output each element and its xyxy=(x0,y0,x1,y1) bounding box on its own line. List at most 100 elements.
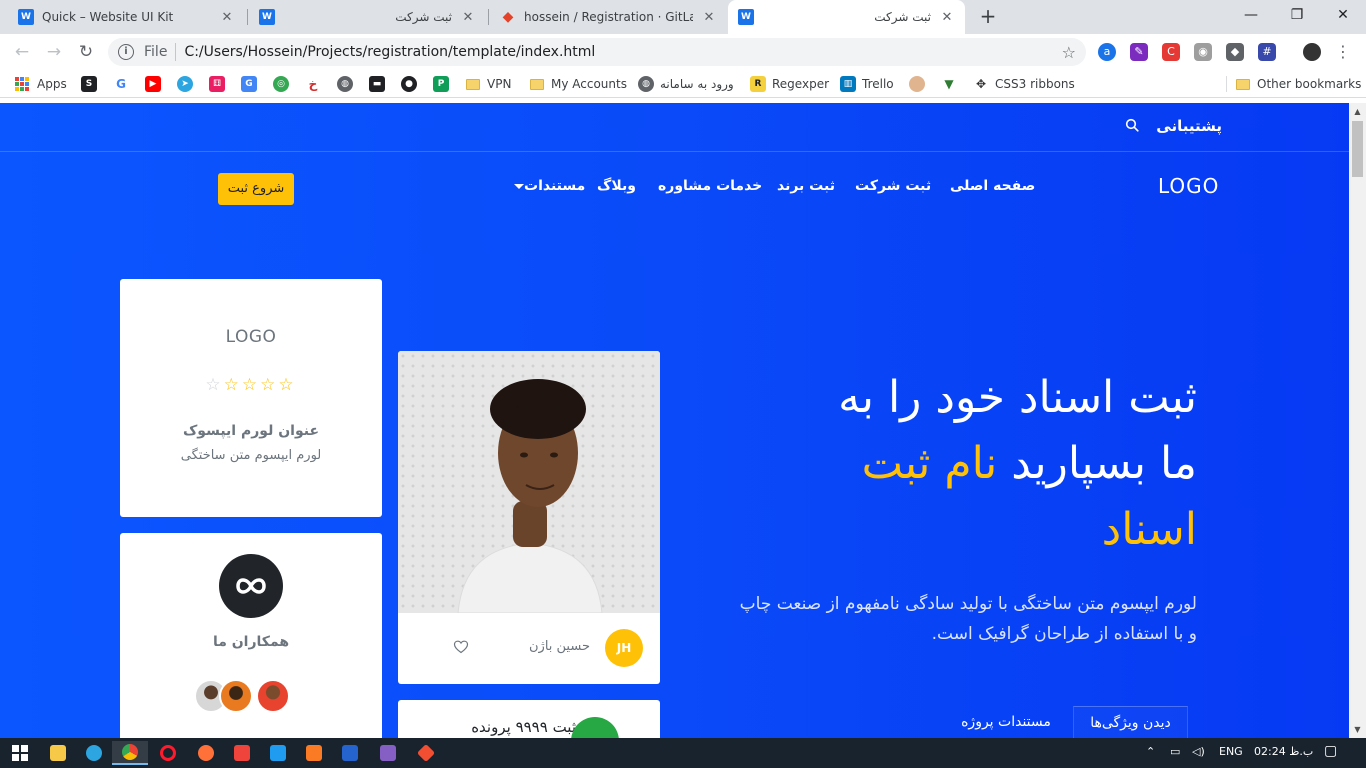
address-bar[interactable]: i File C:/Users/Hossein/Projects/registr… xyxy=(108,38,1086,66)
browser-tab-1[interactable]: W Quick – Website UI Kit ✕ xyxy=(8,0,245,34)
nav-company-registration[interactable]: ثبت شرکت xyxy=(855,178,931,194)
bookmark-v[interactable]: ▼ xyxy=(941,75,963,93)
site-topbar: پشتیبانی xyxy=(0,103,1349,152)
start-registration-button[interactable]: شروع ثبت xyxy=(218,173,294,205)
bookmark-regexper[interactable]: R Regexper xyxy=(750,75,829,93)
bookmark-translate[interactable]: G xyxy=(241,75,263,93)
telegram-icon: ➤ xyxy=(177,76,193,92)
network-icon[interactable]: ▭ xyxy=(1170,745,1180,758)
heart-icon[interactable] xyxy=(453,639,469,655)
browser-tab-4-active[interactable]: W ثبت شرکت ✕ xyxy=(728,0,965,34)
extension-c-icon[interactable]: C xyxy=(1162,43,1180,61)
chrome-taskbar-icon[interactable] xyxy=(112,741,148,765)
bookmark-vpn[interactable]: VPN xyxy=(466,75,511,93)
bookmark-p[interactable]: P xyxy=(433,75,455,93)
bookmark-github[interactable]: ● xyxy=(401,75,423,93)
hero-title-highlight: نام ثبت xyxy=(861,438,998,489)
close-icon[interactable]: ✕ xyxy=(939,10,955,25)
browser-tab-3[interactable]: ◆ hossein / Registration · GitLab ✕ xyxy=(490,0,727,34)
url-text[interactable]: C:/Users/Hossein/Projects/registration/t… xyxy=(184,44,595,60)
github-icon: ● xyxy=(401,76,417,92)
close-icon[interactable]: ✕ xyxy=(219,10,235,25)
profile-avatar[interactable] xyxy=(1303,43,1321,61)
reload-button[interactable]: ↻ xyxy=(74,40,98,64)
site-logo[interactable]: LOGO xyxy=(1158,174,1219,198)
forward-button[interactable]: → xyxy=(42,40,66,64)
extension-feather-icon[interactable]: ✎ xyxy=(1130,43,1148,61)
globe-icon: ◍ xyxy=(638,76,654,92)
tab-favicon-icon: W xyxy=(259,9,275,25)
bookmark-google[interactable]: G xyxy=(113,75,135,93)
team-avatar-2[interactable] xyxy=(219,679,253,713)
xampp-taskbar-icon[interactable] xyxy=(296,741,332,765)
volume-icon[interactable]: ◁) xyxy=(1192,745,1205,758)
browser-tab-2[interactable]: W ثبت شرکت ✕ xyxy=(249,0,486,34)
back-button[interactable]: ← xyxy=(10,40,34,64)
page-scrollbar[interactable]: ▲ ▼ xyxy=(1349,103,1366,738)
bookmark-s[interactable]: S xyxy=(81,75,103,93)
firefox-taskbar-icon[interactable] xyxy=(188,741,224,765)
bookmark-telegram[interactable]: ➤ xyxy=(177,75,199,93)
extension-camera-icon[interactable]: ◉ xyxy=(1194,43,1212,61)
search-icon[interactable] xyxy=(1125,118,1139,132)
bookmark-label: Trello xyxy=(862,77,894,91)
hero-title-line2: ما بسپارید xyxy=(997,438,1197,489)
folder-icon xyxy=(466,78,480,90)
bookmark-trello[interactable]: ▥ Trello xyxy=(840,75,894,93)
telegram-taskbar-icon[interactable] xyxy=(76,741,112,765)
bookmark-globe[interactable]: ◍ xyxy=(337,75,359,93)
hero-title-highlight-2: اسناد xyxy=(1101,504,1197,555)
restore-button[interactable]: ❐ xyxy=(1274,0,1320,30)
windows-start-icon[interactable] xyxy=(2,741,38,765)
bookmark-samaneh[interactable]: ◍ ورود به سامانه xyxy=(638,75,734,93)
new-tab-button[interactable]: + xyxy=(976,5,1000,29)
opera-taskbar-icon[interactable] xyxy=(150,741,186,765)
clock[interactable]: ب.ظ 02:24 xyxy=(1254,745,1313,758)
project-docs-tab[interactable]: مستندات پروژه xyxy=(950,706,1062,738)
team-avatar-3[interactable] xyxy=(256,679,290,713)
scroll-up-icon[interactable]: ▲ xyxy=(1349,103,1366,120)
nav-blog[interactable]: وبلاگ xyxy=(597,178,636,194)
git-taskbar-icon[interactable] xyxy=(408,741,444,765)
nav-consulting[interactable]: خدمات مشاوره xyxy=(658,178,762,194)
scrollbar-thumb[interactable] xyxy=(1352,121,1363,177)
close-icon[interactable]: ✕ xyxy=(701,10,717,25)
info-icon[interactable]: i xyxy=(118,44,134,60)
window-close-button[interactable]: ✕ xyxy=(1320,0,1366,30)
author-name[interactable]: حسین باژن xyxy=(498,639,590,654)
minimize-button[interactable]: — xyxy=(1228,0,1274,30)
bookmark-terminal[interactable]: ▬ xyxy=(369,75,391,93)
features-tab[interactable]: دیدن ویژگی‌ها xyxy=(1073,706,1188,738)
star-empty-icon: ☆ xyxy=(205,375,224,395)
menu-icon[interactable]: ⋮ xyxy=(1334,43,1352,61)
bookmark-my-accounts[interactable]: My Accounts xyxy=(530,75,627,93)
notifications-icon[interactable]: ▢ xyxy=(1324,743,1337,759)
nav-home[interactable]: صفحه اصلی xyxy=(950,178,1035,194)
bookmark-css3-ribbons[interactable]: ✥ CSS3 ribbons xyxy=(973,75,1075,93)
extension-layers-icon[interactable]: ◆ xyxy=(1226,43,1244,61)
bookmark-apps[interactable]: Apps xyxy=(15,75,67,93)
visual-studio-taskbar-icon[interactable] xyxy=(370,741,406,765)
bookmark-face[interactable] xyxy=(909,75,931,93)
scroll-down-icon[interactable]: ▼ xyxy=(1349,721,1366,738)
vscode-taskbar-icon[interactable] xyxy=(260,741,296,765)
extension-grid-icon[interactable]: # xyxy=(1258,43,1276,61)
bookmark-other[interactable]: Other bookmarks xyxy=(1236,75,1361,93)
extension-a-icon[interactable]: a xyxy=(1098,43,1116,61)
todo-taskbar-icon[interactable] xyxy=(332,741,368,765)
bookmark-dice[interactable]: ⚅ xyxy=(209,75,231,93)
file-explorer-icon[interactable] xyxy=(40,741,76,765)
nav-documents-dropdown[interactable]: مستندات xyxy=(509,178,585,194)
windows-taskbar: ⌃ ▭ ◁) ENG ب.ظ 02:24 ▢ xyxy=(0,738,1366,768)
support-link[interactable]: پشتیبانی xyxy=(1156,117,1222,135)
anydesk-taskbar-icon[interactable] xyxy=(224,741,260,765)
nav-brand-registration[interactable]: ثبت برند xyxy=(777,178,835,194)
bookmark-khe[interactable]: خ xyxy=(305,75,327,93)
tray-chevron-icon[interactable]: ⌃ xyxy=(1146,745,1155,758)
bookmark-chrome[interactable]: ◎ xyxy=(273,75,295,93)
p-icon: P xyxy=(433,76,449,92)
language-indicator[interactable]: ENG xyxy=(1219,745,1243,758)
close-icon[interactable]: ✕ xyxy=(460,10,476,25)
bookmark-star-icon[interactable]: ☆ xyxy=(1062,43,1076,62)
bookmark-youtube[interactable]: ▶ xyxy=(145,75,167,93)
